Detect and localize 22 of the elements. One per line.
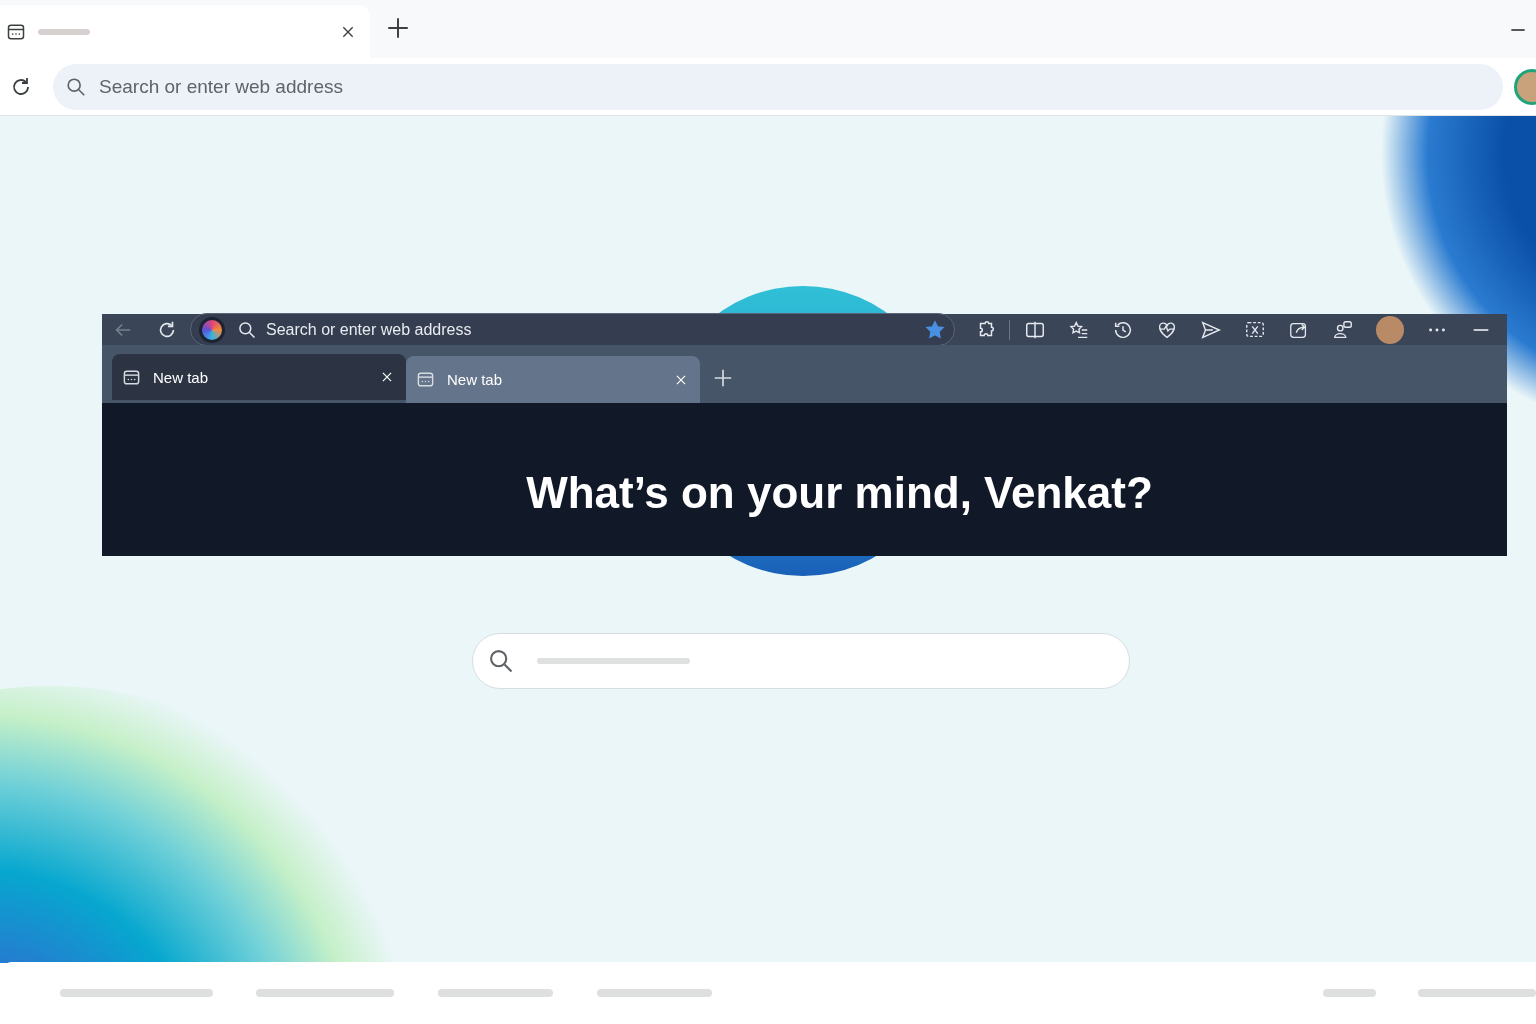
search-icon [237, 319, 257, 340]
new-tab-icon[interactable] [385, 15, 411, 41]
star-icon[interactable] [924, 318, 946, 341]
logo-icon[interactable] [199, 316, 225, 343]
browser-tab[interactable]: New tab [112, 354, 406, 400]
close-icon[interactable] [380, 370, 394, 384]
tab-page-icon [416, 370, 435, 389]
address-field[interactable]: Search or enter web address [190, 313, 955, 346]
people-icon[interactable] [1332, 318, 1354, 341]
headline: What’s on your mind, Venkat? [526, 467, 1153, 518]
address-placeholder: Search or enter web address [266, 320, 472, 339]
skeleton-line [1323, 989, 1376, 997]
search-field[interactable] [472, 633, 1130, 689]
browser-tab[interactable]: New tab [406, 356, 700, 403]
search-icon [65, 75, 87, 98]
new-tab-icon[interactable] [712, 367, 734, 389]
address-field[interactable]: Search or enter web address [53, 63, 1503, 110]
avatar[interactable] [1376, 315, 1404, 344]
skeleton-line [38, 28, 90, 35]
address-placeholder: Search or enter web address [99, 75, 343, 98]
tab-page-icon [122, 367, 141, 387]
search-icon [487, 647, 515, 675]
